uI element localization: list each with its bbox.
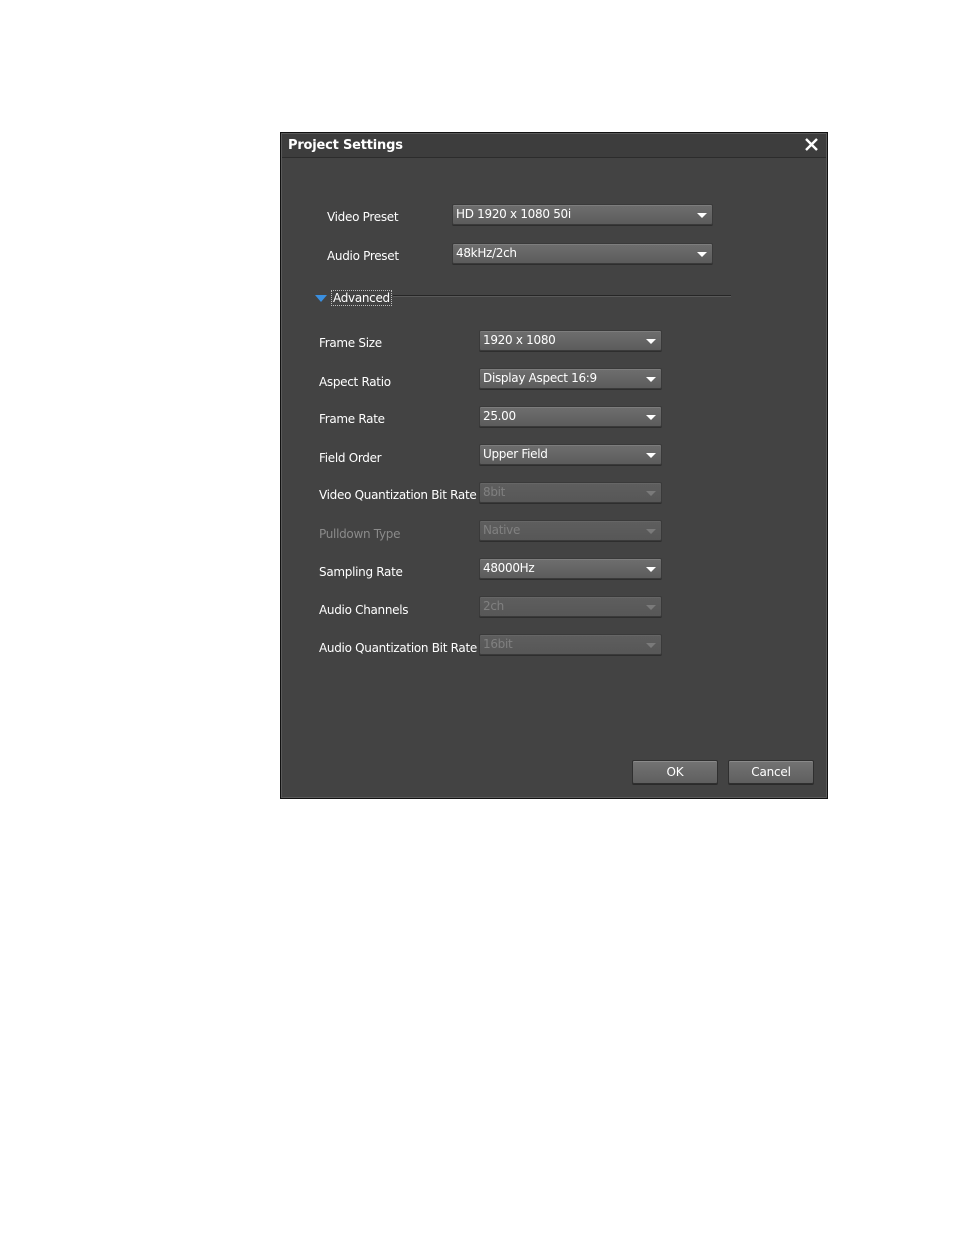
chevron-down-icon bbox=[646, 605, 656, 610]
frame-rate-select[interactable]: 25.00 bbox=[479, 406, 662, 427]
chevron-down-icon bbox=[646, 377, 656, 382]
sampling-rate-select[interactable]: 48000Hz bbox=[479, 558, 662, 579]
field-order-select[interactable]: Upper Field bbox=[479, 444, 662, 465]
chevron-down-icon bbox=[697, 213, 707, 218]
audio-channels-label: Audio Channels bbox=[319, 603, 409, 617]
audio-preset-select[interactable]: 48kHz/2ch bbox=[452, 243, 713, 264]
advanced-label: Advanced bbox=[331, 290, 392, 306]
triangle-down-icon bbox=[315, 295, 327, 302]
field-order-value: Upper Field bbox=[483, 447, 548, 461]
field-order-label: Field Order bbox=[319, 451, 382, 465]
frame-rate-value: 25.00 bbox=[483, 409, 516, 423]
audio-channels-select: 2ch bbox=[479, 596, 662, 617]
aspect-ratio-label: Aspect Ratio bbox=[319, 375, 391, 389]
pulldown-type-select: Native bbox=[479, 520, 662, 541]
pulldown-type-label: Pulldown Type bbox=[319, 527, 401, 541]
audio-channels-value: 2ch bbox=[483, 599, 504, 613]
chevron-down-icon bbox=[646, 567, 656, 572]
audio-quantization-select: 16bit bbox=[479, 634, 662, 655]
frame-size-label: Frame Size bbox=[319, 336, 382, 350]
chevron-down-icon bbox=[646, 339, 656, 344]
pulldown-type-value: Native bbox=[483, 523, 521, 537]
project-settings-dialog: Project Settings Video Preset HD 1920 x … bbox=[280, 132, 828, 799]
frame-rate-label: Frame Rate bbox=[319, 412, 385, 426]
chevron-down-icon bbox=[646, 491, 656, 496]
video-quantization-label: Video Quantization Bit Rate bbox=[319, 488, 477, 502]
chevron-down-icon bbox=[646, 415, 656, 420]
section-divider bbox=[393, 295, 731, 297]
frame-size-select[interactable]: 1920 x 1080 bbox=[479, 330, 662, 351]
close-button[interactable] bbox=[802, 135, 822, 155]
chevron-down-icon bbox=[646, 643, 656, 648]
title-bar: Project Settings bbox=[282, 134, 826, 158]
audio-preset-label: Audio Preset bbox=[327, 249, 399, 263]
dialog-title: Project Settings bbox=[288, 138, 403, 153]
chevron-down-icon bbox=[646, 453, 656, 458]
chevron-down-icon bbox=[646, 529, 656, 534]
audio-preset-value: 48kHz/2ch bbox=[456, 246, 517, 260]
video-quantization-value: 8bit bbox=[483, 485, 506, 499]
ok-button[interactable]: OK bbox=[632, 760, 718, 784]
cancel-button[interactable]: Cancel bbox=[728, 760, 814, 784]
aspect-ratio-select[interactable]: Display Aspect 16:9 bbox=[479, 368, 662, 389]
sampling-rate-label: Sampling Rate bbox=[319, 565, 403, 579]
audio-quantization-label: Audio Quantization Bit Rate bbox=[319, 641, 477, 655]
video-preset-value: HD 1920 x 1080 50i bbox=[456, 207, 571, 221]
chevron-down-icon bbox=[697, 252, 707, 257]
audio-quantization-value: 16bit bbox=[483, 637, 513, 651]
video-preset-select[interactable]: HD 1920 x 1080 50i bbox=[452, 204, 713, 225]
video-quantization-select: 8bit bbox=[479, 482, 662, 503]
sampling-rate-value: 48000Hz bbox=[483, 561, 535, 575]
video-preset-label: Video Preset bbox=[327, 210, 399, 224]
aspect-ratio-value: Display Aspect 16:9 bbox=[483, 371, 597, 385]
frame-size-value: 1920 x 1080 bbox=[483, 333, 556, 347]
close-icon bbox=[805, 138, 818, 151]
